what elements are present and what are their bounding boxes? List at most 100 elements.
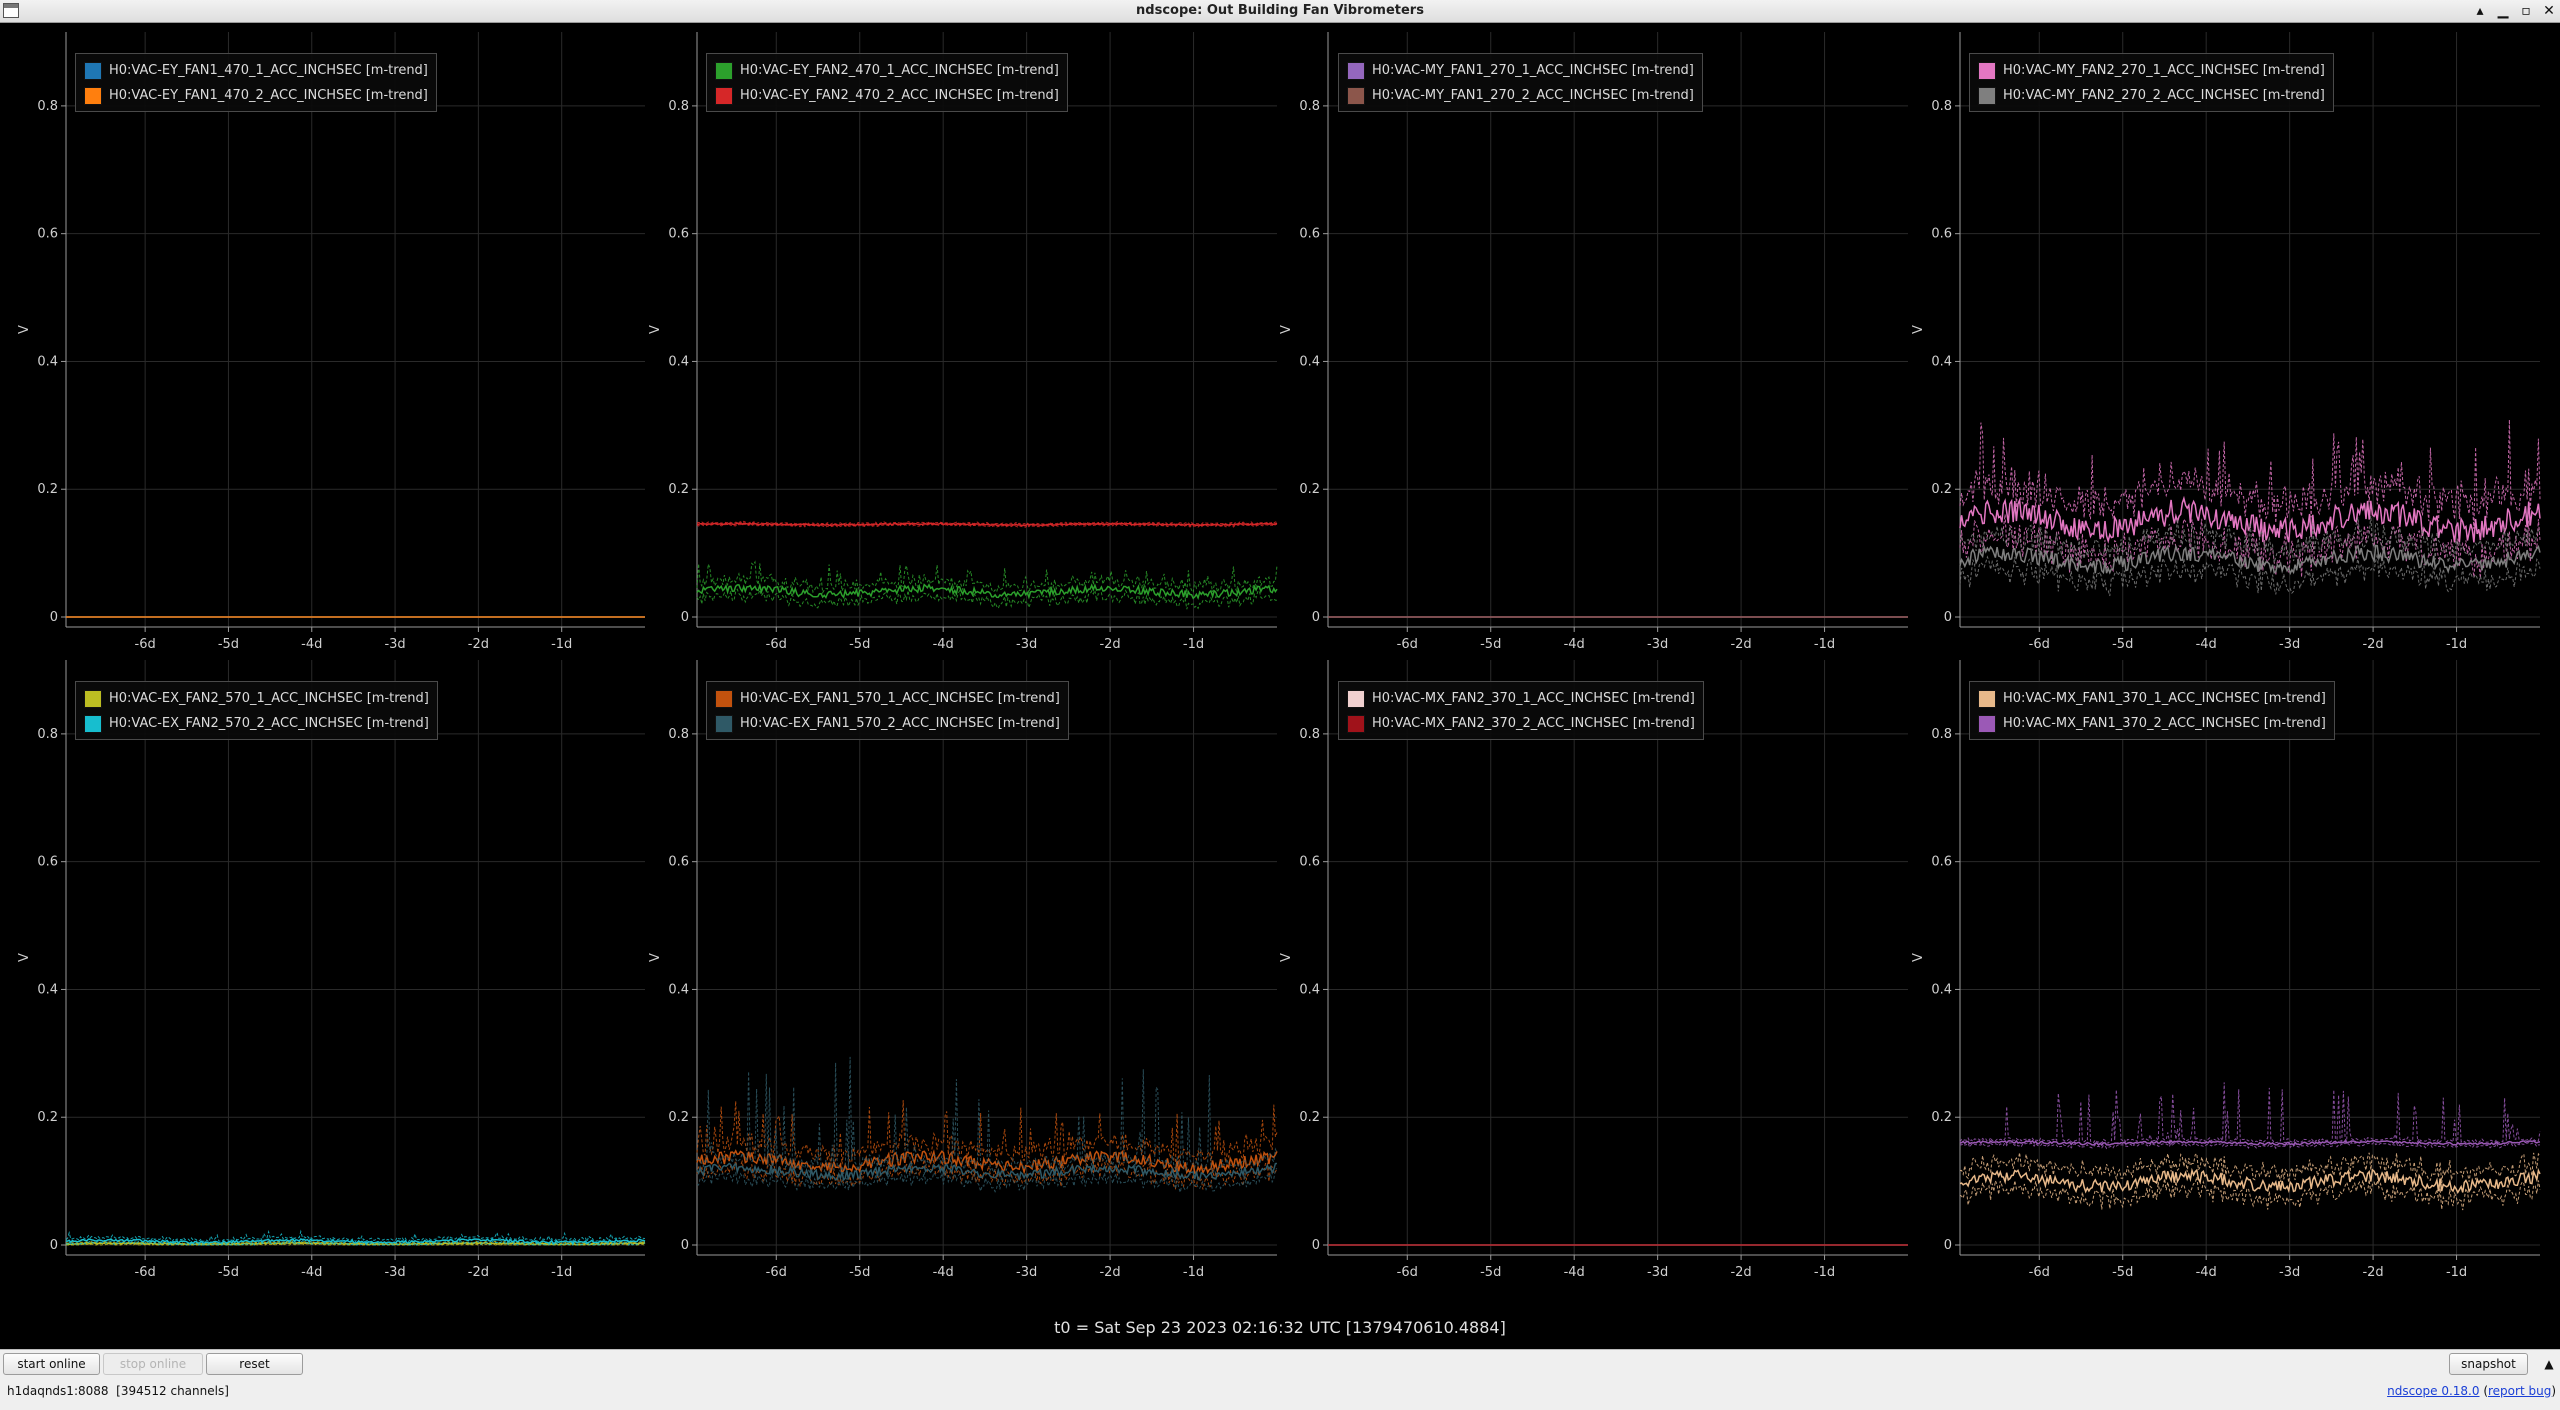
- y-axis-label: V: [1911, 953, 1926, 962]
- legend-entry[interactable]: H0:VAC-EY_FAN1_470_2_ACC_INCHSEC [m-tren…: [84, 83, 428, 108]
- legend-plot-7[interactable]: H0:VAC-MX_FAN2_370_1_ACC_INCHSEC [m-tren…: [1338, 681, 1704, 740]
- close-icon[interactable]: ✕: [2539, 1, 2559, 21]
- legend-entry[interactable]: H0:VAC-EY_FAN2_470_2_ACC_INCHSEC [m-tren…: [715, 83, 1059, 108]
- legend-swatch: [715, 714, 733, 733]
- legend-entry[interactable]: H0:VAC-MX_FAN1_370_2_ACC_INCHSEC [m-tren…: [1978, 711, 2326, 736]
- y-tick-label: 0.2: [37, 1110, 58, 1125]
- legend-label: H0:VAC-MY_FAN1_270_2_ACC_INCHSEC [m-tren…: [1372, 88, 1694, 103]
- legend-entry[interactable]: H0:VAC-EX_FAN2_570_1_ACC_INCHSEC [m-tren…: [84, 686, 429, 711]
- x-tick-label: -6d: [1397, 1265, 1418, 1280]
- x-tick-label: -3d: [1647, 637, 1668, 652]
- legend-entry[interactable]: H0:VAC-EX_FAN1_570_1_ACC_INCHSEC [m-tren…: [715, 686, 1060, 711]
- legend-entry[interactable]: H0:VAC-MY_FAN2_270_1_ACC_INCHSEC [m-tren…: [1978, 58, 2325, 83]
- legend-label: H0:VAC-EX_FAN1_570_2_ACC_INCHSEC [m-tren…: [740, 716, 1060, 731]
- legend-plot-5[interactable]: H0:VAC-EX_FAN2_570_1_ACC_INCHSEC [m-tren…: [75, 681, 438, 740]
- report-bug-link[interactable]: report bug: [2488, 1384, 2551, 1398]
- keep-above-icon[interactable]: ▴: [2470, 1, 2490, 21]
- x-tick-label: -1d: [2446, 1265, 2467, 1280]
- y-axis-label: V: [1279, 325, 1294, 334]
- y-tick-label: 0.6: [37, 227, 58, 242]
- series-min-line: [1959, 1176, 2541, 1211]
- legend-swatch: [1978, 61, 1996, 80]
- maximize-icon[interactable]: ▫: [2516, 1, 2536, 21]
- legend-label: H0:VAC-MX_FAN1_370_1_ACC_INCHSEC [m-tren…: [2003, 691, 2326, 706]
- x-tick-label: -2d: [1730, 1265, 1751, 1280]
- stop-online-button: stop online: [103, 1353, 203, 1375]
- x-tick-label: -3d: [384, 637, 405, 652]
- x-tick-label: -5d: [849, 1265, 870, 1280]
- legend-plot-1[interactable]: H0:VAC-EY_FAN1_470_1_ACC_INCHSEC [m-tren…: [75, 53, 437, 112]
- server-address: h1daqnds1:8088: [7, 1384, 109, 1398]
- version-link[interactable]: ndscope 0.18.0: [2387, 1384, 2479, 1398]
- x-tick-label: -5d: [2112, 1265, 2133, 1280]
- legend-label: H0:VAC-MY_FAN2_270_2_ACC_INCHSEC [m-tren…: [2003, 88, 2325, 103]
- legend-label: H0:VAC-EX_FAN2_570_2_ACC_INCHSEC [m-tren…: [109, 716, 429, 731]
- x-tick-label: -4d: [301, 1265, 322, 1280]
- legend-label: H0:VAC-EX_FAN2_570_1_ACC_INCHSEC [m-tren…: [109, 691, 429, 706]
- minimize-icon[interactable]: ▁: [2493, 1, 2513, 21]
- x-tick-label: -4d: [1564, 1265, 1585, 1280]
- legend-plot-6[interactable]: H0:VAC-EX_FAN1_570_1_ACC_INCHSEC [m-tren…: [706, 681, 1069, 740]
- stop-online-label: stop online: [119, 1357, 187, 1371]
- y-tick-label: 0.4: [668, 354, 689, 369]
- legend-entry[interactable]: H0:VAC-EY_FAN2_470_1_ACC_INCHSEC [m-tren…: [715, 58, 1059, 83]
- x-tick-label: -1d: [2446, 637, 2467, 652]
- title-bar: ndscope: Out Building Fan Vibrometers ▴ …: [0, 0, 2560, 23]
- y-tick-label: 0.6: [668, 855, 689, 870]
- legend-swatch: [1978, 714, 1996, 733]
- snapshot-button[interactable]: snapshot: [2449, 1353, 2528, 1375]
- start-online-label: start online: [17, 1357, 86, 1371]
- legend-entry[interactable]: H0:VAC-MY_FAN1_270_1_ACC_INCHSEC [m-tren…: [1347, 58, 1694, 83]
- y-tick-label: 0.6: [37, 855, 58, 870]
- legend-swatch: [84, 86, 102, 105]
- y-tick-label: 0: [1944, 610, 1952, 625]
- y-tick-label: 0.8: [1931, 99, 1952, 114]
- x-tick-label: -6d: [135, 1265, 156, 1280]
- y-tick-label: 0: [50, 610, 58, 625]
- y-axis-label: V: [648, 953, 663, 962]
- y-tick-label: 0: [681, 1238, 689, 1253]
- legend-entry[interactable]: H0:VAC-MY_FAN1_270_2_ACC_INCHSEC [m-tren…: [1347, 83, 1694, 108]
- y-axis-label: V: [1911, 325, 1926, 334]
- x-tick-label: -6d: [2029, 1265, 2050, 1280]
- reset-button[interactable]: reset: [206, 1353, 303, 1375]
- x-tick-label: -2d: [1099, 1265, 1120, 1280]
- x-tick-label: -2d: [2362, 1265, 2383, 1280]
- x-tick-label: -1d: [1183, 637, 1204, 652]
- legend-plot-2[interactable]: H0:VAC-EY_FAN2_470_1_ACC_INCHSEC [m-tren…: [706, 53, 1068, 112]
- legend-entry[interactable]: H0:VAC-EY_FAN1_470_1_ACC_INCHSEC [m-tren…: [84, 58, 428, 83]
- x-tick-label: -4d: [2196, 1265, 2217, 1280]
- x-tick-label: -1d: [1183, 1265, 1204, 1280]
- y-tick-label: 0.6: [668, 227, 689, 242]
- legend-entry[interactable]: H0:VAC-MX_FAN2_370_2_ACC_INCHSEC [m-tren…: [1347, 711, 1695, 736]
- x-tick-label: -2d: [1099, 637, 1120, 652]
- legend-entry[interactable]: H0:VAC-MX_FAN1_370_1_ACC_INCHSEC [m-tren…: [1978, 686, 2326, 711]
- x-tick-label: -3d: [1016, 637, 1037, 652]
- legend-label: H0:VAC-MX_FAN1_370_2_ACC_INCHSEC [m-tren…: [2003, 716, 2326, 731]
- legend-entry[interactable]: H0:VAC-MX_FAN2_370_1_ACC_INCHSEC [m-tren…: [1347, 686, 1695, 711]
- y-tick-label: 0.2: [1931, 482, 1952, 497]
- legend-plot-3[interactable]: H0:VAC-MY_FAN1_270_1_ACC_INCHSEC [m-tren…: [1338, 53, 1703, 112]
- legend-entry[interactable]: H0:VAC-MY_FAN2_270_2_ACC_INCHSEC [m-tren…: [1978, 83, 2325, 108]
- y-tick-label: 0.8: [1931, 727, 1952, 742]
- x-tick-label: -4d: [933, 637, 954, 652]
- legend-plot-8[interactable]: H0:VAC-MX_FAN1_370_1_ACC_INCHSEC [m-tren…: [1969, 681, 2335, 740]
- y-tick-label: 0: [1944, 1238, 1952, 1253]
- legend-label: H0:VAC-MX_FAN2_370_2_ACC_INCHSEC [m-tren…: [1372, 716, 1695, 731]
- start-online-button[interactable]: start online: [3, 1353, 100, 1375]
- y-axis-label: V: [1279, 953, 1294, 962]
- legend-plot-4[interactable]: H0:VAC-MY_FAN2_270_1_ACC_INCHSEC [m-tren…: [1969, 53, 2334, 112]
- y-tick-label: 0: [681, 610, 689, 625]
- reset-label: reset: [239, 1357, 270, 1371]
- expand-panel-icon[interactable]: ▲: [2541, 1354, 2557, 1374]
- y-axis-label: V: [648, 325, 663, 334]
- y-tick-label: 0.2: [1299, 1110, 1320, 1125]
- legend-entry[interactable]: H0:VAC-EX_FAN1_570_2_ACC_INCHSEC [m-tren…: [715, 711, 1060, 736]
- legend-label: H0:VAC-EY_FAN2_470_2_ACC_INCHSEC [m-tren…: [740, 88, 1059, 103]
- x-tick-label: -5d: [2112, 637, 2133, 652]
- legend-entry[interactable]: H0:VAC-EX_FAN2_570_2_ACC_INCHSEC [m-tren…: [84, 711, 429, 736]
- y-tick-label: 0.2: [668, 1110, 689, 1125]
- legend-label: H0:VAC-MY_FAN2_270_1_ACC_INCHSEC [m-tren…: [2003, 63, 2325, 78]
- y-tick-label: 0.4: [1299, 982, 1320, 997]
- legend-swatch: [715, 61, 733, 80]
